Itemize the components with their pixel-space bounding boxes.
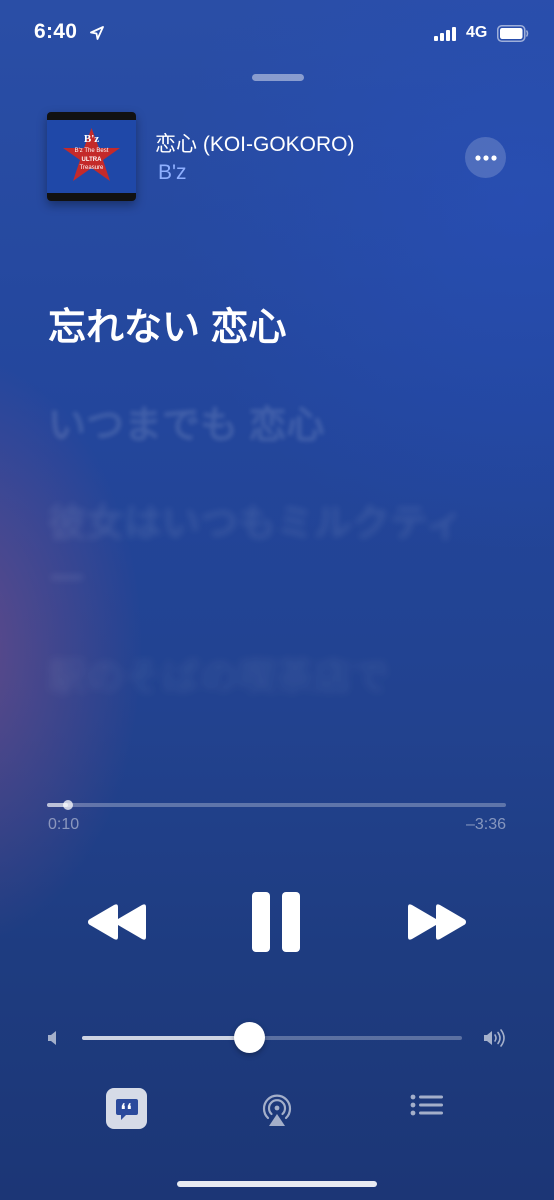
lyric-line-next-3[interactable]: 駅のそばの喫茶店で bbox=[48, 650, 488, 706]
song-title: 恋心 (KOI-GOKORO) bbox=[155, 133, 355, 156]
elapsed-time: 0:10 bbox=[48, 816, 80, 833]
cellular-signal-icon bbox=[434, 27, 458, 46]
artwork-logo-text: B'z bbox=[84, 133, 99, 145]
network-type: 4G bbox=[466, 24, 488, 41]
volume-fill bbox=[82, 1036, 250, 1040]
airplay-button[interactable] bbox=[258, 1090, 296, 1133]
queue-list-icon bbox=[410, 1094, 443, 1116]
lyric-line-next[interactable]: いつまでも 恋心 bbox=[48, 398, 488, 454]
artwork-subtitle-text: B'z The Best bbox=[75, 148, 109, 154]
playback-scrubber-knob[interactable] bbox=[62, 800, 73, 810]
rewind-button[interactable] bbox=[86, 902, 150, 947]
ellipsis-icon bbox=[474, 154, 497, 161]
playback-scrubber[interactable] bbox=[47, 800, 506, 810]
rewind-icon bbox=[88, 904, 146, 940]
lyric-line-current[interactable]: 忘れない 恋心 bbox=[48, 300, 488, 356]
status-time: 6:40 bbox=[34, 20, 78, 43]
battery-icon bbox=[497, 25, 529, 47]
fast-forward-icon bbox=[408, 904, 466, 940]
queue-button[interactable] bbox=[410, 1094, 444, 1127]
location-arrow-icon bbox=[90, 26, 104, 45]
volume-high-icon bbox=[483, 1028, 507, 1053]
lyrics-button[interactable] bbox=[106, 1088, 147, 1129]
volume-slider[interactable] bbox=[82, 1022, 462, 1053]
remaining-time: –3:36 bbox=[465, 816, 506, 833]
fast-forward-button[interactable] bbox=[404, 902, 468, 947]
sheet-grabber[interactable] bbox=[252, 74, 304, 81]
artist-name[interactable]: B'z bbox=[158, 161, 187, 185]
home-indicator[interactable] bbox=[177, 1181, 377, 1187]
pause-icon bbox=[252, 892, 300, 952]
pause-button[interactable] bbox=[251, 892, 303, 957]
status-bar: 6:40 4G bbox=[0, 0, 554, 64]
volume-low-icon bbox=[47, 1030, 61, 1051]
album-artwork[interactable]: B'z B'z The Best ULTRA Treasure bbox=[47, 112, 136, 201]
lyric-line-next-2[interactable]: 彼女はいつもミルクティー bbox=[48, 496, 488, 608]
artwork-treasure-text: Treasure bbox=[80, 165, 104, 171]
more-button[interactable] bbox=[465, 137, 506, 178]
lyrics-icon bbox=[115, 1098, 138, 1120]
volume-slider-knob[interactable] bbox=[234, 1022, 266, 1053]
artwork-ultra-text: ULTRA bbox=[82, 157, 103, 163]
airplay-icon bbox=[262, 1094, 292, 1126]
